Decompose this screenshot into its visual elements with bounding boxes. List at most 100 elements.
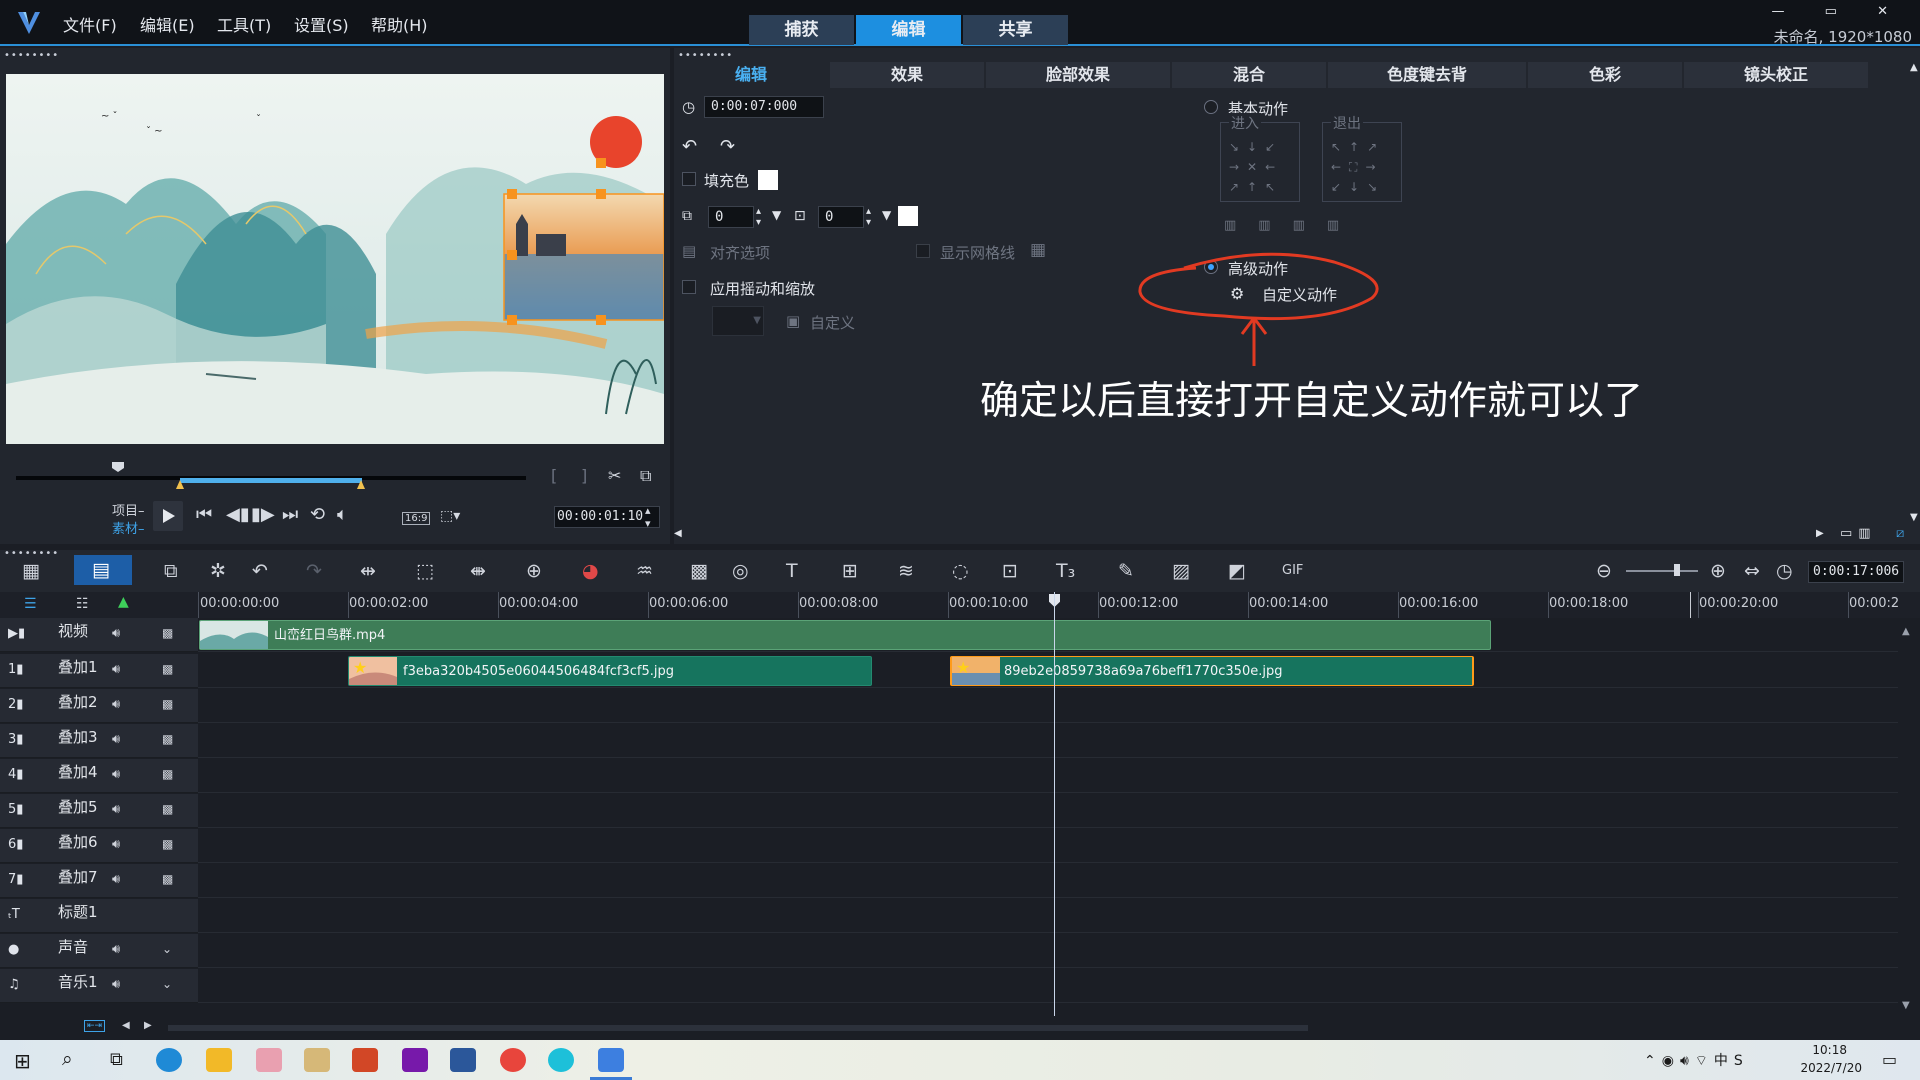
scrub-playhead[interactable] <box>112 462 124 472</box>
track-volume-icon[interactable]: 🔊︎ <box>112 732 120 747</box>
zoom-slider[interactable] <box>1626 564 1698 576</box>
enter-direction-grid[interactable]: ↘↓↙ →✕← ↗↑↖ <box>1229 137 1283 197</box>
track-header-overlay5[interactable]: 5▮ 叠加5 🔊︎ ▩ <box>0 794 198 828</box>
file-explorer-icon[interactable] <box>206 1048 232 1072</box>
task-view-icon[interactable]: ⧉ <box>110 1049 123 1070</box>
play-button[interactable] <box>153 501 183 531</box>
powerpoint-icon[interactable] <box>352 1048 378 1072</box>
scroll-down-icon[interactable]: ▼ <box>1910 512 1918 523</box>
brush-icon[interactable]: ◩ <box>1228 560 1246 582</box>
zoom-frame-icon[interactable]: ⊡ <box>1002 560 1018 582</box>
menu-edit[interactable]: 编辑(E) <box>140 12 195 36</box>
voice-track[interactable] <box>198 934 1898 968</box>
color-grading-icon[interactable]: ◕ <box>582 560 599 582</box>
overlay-track-5[interactable] <box>198 794 1898 828</box>
custom-pan-label[interactable]: 自定义 <box>810 312 855 333</box>
overlay-track-6[interactable] <box>198 829 1898 863</box>
border-spinner-icon[interactable]: ▴ ▾ <box>756 206 761 228</box>
track-volume-icon[interactable]: 🔊︎ <box>112 942 120 957</box>
subtitle-icon[interactable]: T <box>786 560 798 582</box>
video-clip[interactable]: 山峦红日鸟群.mp4 <box>199 620 1491 650</box>
track-volume-icon[interactable]: 🔊︎ <box>112 662 120 677</box>
duration-field[interactable]: 0:00:07:000 <box>704 96 824 118</box>
previous-frame-icon[interactable]: ◀▮ <box>226 504 250 525</box>
layout-switch-icons[interactable]: ▭▥ <box>1840 526 1877 541</box>
scroll-right-icon[interactable]: ▶ <box>1816 528 1824 539</box>
track-grid-icon[interactable]: ▩ <box>162 802 173 816</box>
track-volume-icon[interactable]: 🔊︎ <box>112 626 120 641</box>
track-header-overlay2[interactable]: 2▮ 叠加2 🔊︎ ▩ <box>0 689 198 723</box>
notification-icon[interactable]: ▭ <box>1882 1050 1897 1069</box>
scroll-up-icon[interactable]: ▲ <box>1902 626 1910 637</box>
fill-color-swatch[interactable] <box>758 170 778 190</box>
clock-time[interactable]: 10:18 <box>1812 1043 1847 1057</box>
multicam-icon[interactable]: ▩ <box>690 560 708 582</box>
track-volume-icon[interactable]: 🔊︎ <box>112 767 120 782</box>
shadow-field[interactable]: 0 <box>818 206 864 228</box>
grid-icon[interactable]: ⊞ <box>842 560 858 582</box>
fit-tracks-icon[interactable]: ⇤⇥ <box>84 1020 106 1032</box>
palette-app-icon[interactable] <box>304 1048 330 1072</box>
track-header-overlay4[interactable]: 4▮ 叠加4 🔊︎ ▩ <box>0 759 198 793</box>
track-volume-icon[interactable]: 🔊︎ <box>112 872 120 887</box>
basic-motion-radio[interactable] <box>1204 100 1218 114</box>
tab-lens-correction[interactable]: 镜头校正 <box>1684 62 1868 88</box>
chrome-icon[interactable] <box>500 1048 526 1072</box>
panel-grip[interactable]: •••••••• <box>678 50 733 61</box>
zoom-out-icon[interactable]: ⊖ <box>1596 560 1612 582</box>
pan-zoom-preset-dropdown[interactable]: ▼ <box>712 306 764 336</box>
timeline-ruler[interactable]: ☰ ☷ ▲ 00:00:00:00 00:00:02:00 00:00:04:0… <box>0 592 1920 618</box>
tab-chroma-key[interactable]: 色度键去背 <box>1328 62 1526 88</box>
tab-face-effects[interactable]: 脸部效果 <box>986 62 1170 88</box>
timeline-scrollbar[interactable] <box>168 1025 1308 1031</box>
motion-track-icon[interactable]: ◌ <box>952 560 969 582</box>
scroll-right-icon[interactable]: ▶ <box>144 1020 152 1031</box>
speed-icon[interactable]: ≋ <box>898 560 914 582</box>
storyboard-view-icon[interactable]: ▦ <box>22 560 40 582</box>
repeat-icon[interactable]: ⟲ <box>310 504 325 525</box>
track-grid-icon[interactable]: ▩ <box>162 662 173 676</box>
track-header-voice[interactable]: ● 声音 🔊︎ ⌄ <box>0 934 198 968</box>
grid-settings-icon[interactable]: ▦ <box>1030 240 1046 260</box>
chevron-down-icon[interactable]: ⌄ <box>162 942 172 956</box>
panel-grip[interactable]: •••••••• <box>4 50 59 61</box>
add-marker-icon[interactable]: ▲ <box>118 594 129 610</box>
title-3d-icon[interactable]: T₃ <box>1056 560 1075 582</box>
gif-icon[interactable]: GIF <box>1282 563 1303 578</box>
title-track[interactable] <box>198 899 1898 933</box>
copy-icon[interactable]: ⧉ <box>164 560 178 582</box>
edge-browser-icon[interactable] <box>156 1048 182 1072</box>
tab-share[interactable]: 共享 <box>963 15 1068 45</box>
timeline-duration[interactable]: 0:00:17:006 <box>1808 561 1904 583</box>
crop-icon[interactable]: ⬚ <box>416 560 434 582</box>
track-grid-icon[interactable]: ▩ <box>162 626 173 640</box>
panel-grip[interactable]: •••••••• <box>4 548 59 559</box>
fill-color-checkbox[interactable] <box>682 172 696 186</box>
track-grid-icon[interactable]: ▩ <box>162 872 173 886</box>
go-to-start-icon[interactable]: ⏮ <box>196 504 212 525</box>
overlay-track-4[interactable] <box>198 759 1898 793</box>
preview-canvas[interactable]: ~ ˇ ˇ ~ ˇ <box>6 74 664 444</box>
border-color-swatch[interactable] <box>898 206 918 226</box>
overlay-track-2[interactable] <box>198 689 1898 723</box>
scroll-down-icon[interactable]: ▼ <box>1902 1000 1910 1011</box>
tab-edit-options[interactable]: 编辑 <box>674 62 828 88</box>
scroll-left-icon[interactable]: ◀ <box>122 1020 130 1031</box>
system-tray-icons[interactable]: ⌃◉🔊︎⌔中S <box>1644 1050 1749 1070</box>
mark-in-button[interactable]: [ <box>551 466 557 485</box>
browser-icon[interactable] <box>548 1048 574 1072</box>
window-controls[interactable]: — ▭ ✕ <box>1772 4 1906 19</box>
track-header-overlay3[interactable]: 3▮ 叠加3 🔊︎ ▩ <box>0 724 198 758</box>
display-mode-icon[interactable]: ⬚▾ <box>440 508 460 524</box>
fit-project-icon[interactable]: ⇔ <box>1744 560 1760 582</box>
track-grid-icon[interactable]: ▩ <box>162 732 173 746</box>
overlay-track-3[interactable] <box>198 724 1898 758</box>
fit-timeline-icon[interactable]: ⇹ <box>360 560 376 582</box>
timecode-spinner-icon[interactable]: ▴ ▾ <box>645 504 651 530</box>
track-volume-icon[interactable]: 🔊︎ <box>112 802 120 817</box>
word-icon[interactable] <box>450 1048 476 1072</box>
selected-overlay-clip[interactable]: ★ 89eb2e0859738a69a76beff1770c350e.jpg <box>950 656 1474 686</box>
track-header-music1[interactable]: ♫ 音乐1 🔊︎ ⌄ <box>0 969 198 1003</box>
copy-preview-icon[interactable]: ⧉ <box>640 466 651 486</box>
pan-zoom-checkbox[interactable] <box>682 280 696 294</box>
